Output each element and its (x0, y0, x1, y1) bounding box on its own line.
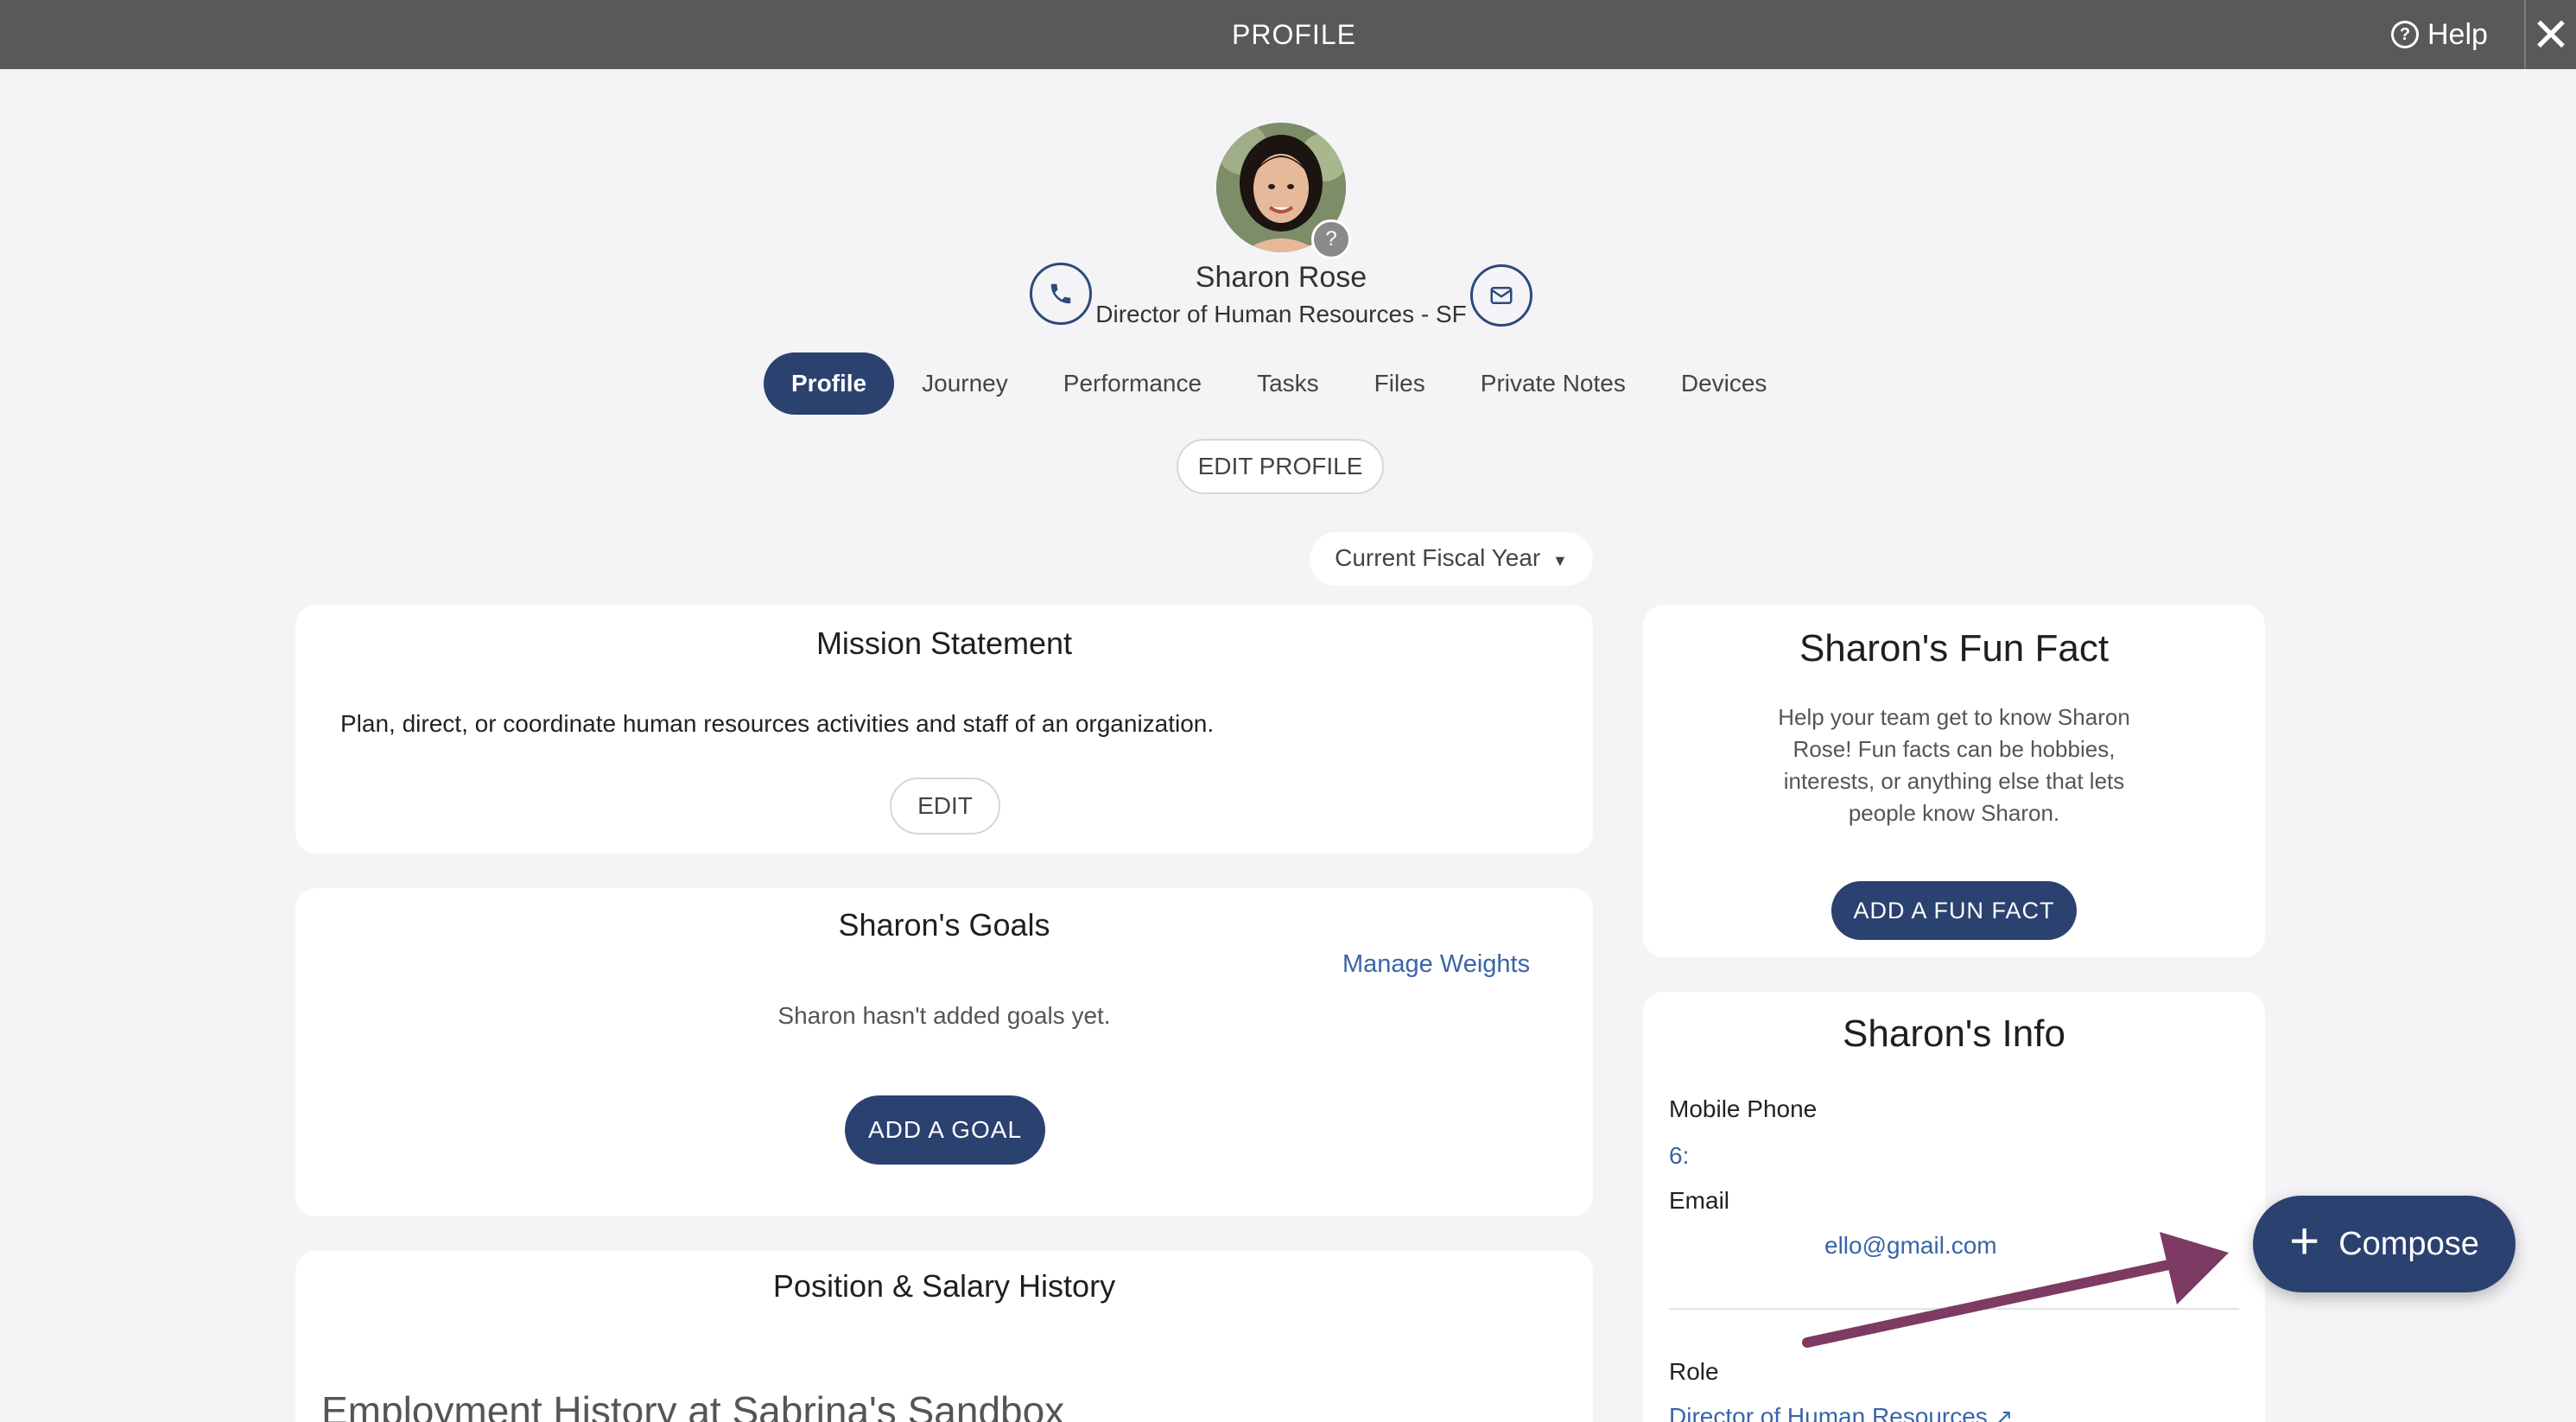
position-salary-card: Position & Salary History Employment His… (295, 1251, 1593, 1422)
mobile-phone-value[interactable]: 6: (1669, 1142, 1689, 1170)
help-button[interactable]: ? Help (2391, 14, 2488, 55)
question-circle-icon: ? (2391, 21, 2419, 48)
fun-fact-title: Sharon's Fun Fact (1799, 627, 2110, 670)
profile-tabs: Profile Journey Performance Tasks Files … (764, 352, 1794, 415)
position-title: Position & Salary History (772, 1268, 1116, 1304)
mission-edit-button[interactable]: EDIT (890, 778, 1000, 835)
mission-title: Mission Statement (815, 625, 1073, 661)
caret-down-icon: ▼ (1552, 552, 1568, 569)
close-button[interactable]: ✕ (2524, 0, 2576, 69)
role-label: Role (1669, 1358, 1719, 1385)
help-label: Help (2427, 17, 2488, 51)
avatar-badge[interactable]: ? (1311, 219, 1351, 259)
tab-files[interactable]: Files (1347, 352, 1453, 415)
compose-button[interactable]: + Compose (2253, 1196, 2516, 1292)
mobile-phone-label: Mobile Phone (1669, 1095, 1818, 1122)
page-title: PROFILE (1232, 19, 1356, 50)
fiscal-year-value: Current Fiscal Year (1335, 544, 1541, 571)
tab-devices[interactable]: Devices (1653, 352, 1795, 415)
role-link[interactable]: Director of Human Resources ↗ (1669, 1403, 2013, 1422)
plus-icon: + (2289, 1212, 2320, 1270)
info-card: Sharon's Info Mobile Phone 6: Email ello… (1643, 992, 2265, 1422)
tab-tasks[interactable]: Tasks (1229, 352, 1347, 415)
tab-profile[interactable]: Profile (764, 352, 895, 415)
profile-role: Director of Human Resources - SF (1095, 301, 1467, 327)
goals-card: Sharon's Goals Manage Weights Sharon has… (295, 888, 1593, 1216)
top-bar: PROFILE ? Help ✕ (0, 0, 2576, 69)
employment-history-heading: Employment History at Sabrina's Sandbox (321, 1388, 1065, 1422)
add-goal-button[interactable]: ADD A GOAL (845, 1095, 1045, 1165)
mission-text: Plan, direct, or coordinate human resour… (340, 710, 1215, 737)
info-title: Sharon's Info (1843, 1013, 2065, 1055)
close-icon: ✕ (2531, 9, 2571, 61)
goals-title: Sharon's Goals (838, 907, 1050, 943)
fun-fact-text: Help your team get to know Sharon Rose! … (1778, 704, 2130, 826)
compose-label: Compose (2338, 1225, 2479, 1262)
role-value: Director of Human Resources (1669, 1403, 1988, 1422)
profile-name: Sharon Rose (1195, 261, 1367, 294)
external-link-icon: ↗ (1994, 1404, 2014, 1422)
manage-weights-link[interactable]: Manage Weights (1342, 950, 1530, 979)
tab-performance[interactable]: Performance (1036, 352, 1229, 415)
email-label: Email (1669, 1187, 1730, 1214)
annotation-arrow (1802, 1232, 2229, 1348)
add-fun-fact-button[interactable]: ADD A FUN FACT (1831, 881, 2077, 940)
tab-private-notes[interactable]: Private Notes (1453, 352, 1653, 415)
mission-statement-card: Mission Statement Plan, direct, or coord… (295, 605, 1593, 854)
goals-empty-text: Sharon hasn't added goals yet. (777, 1002, 1111, 1029)
edit-profile-button[interactable]: EDIT PROFILE (1177, 439, 1384, 494)
fiscal-year-dropdown[interactable]: Current Fiscal Year ▼ (1310, 532, 1593, 586)
fun-fact-card: Sharon's Fun Fact Help your team get to … (1643, 605, 2265, 957)
tab-journey[interactable]: Journey (894, 352, 1036, 415)
